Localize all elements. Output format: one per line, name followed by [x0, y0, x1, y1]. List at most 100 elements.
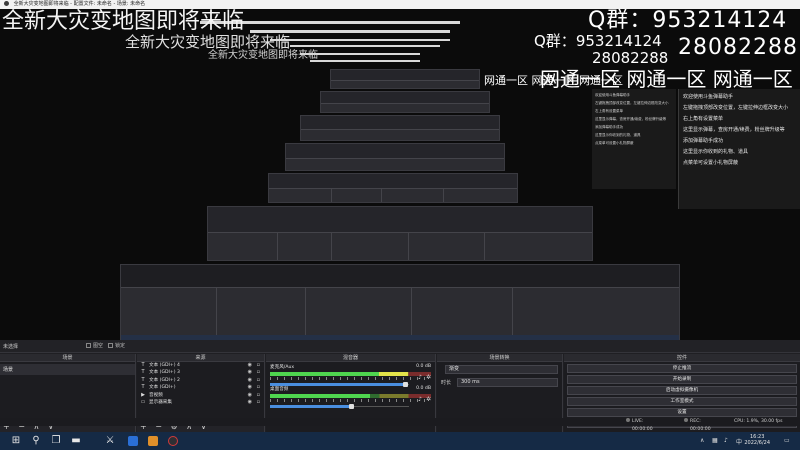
checkbox-label: 锁定 [115, 343, 126, 349]
preview-stripe [300, 53, 420, 55]
nested-obs-layer [268, 173, 518, 203]
speaker-icon[interactable]: ♪ [418, 396, 422, 403]
eye-icon[interactable]: ◉ [248, 363, 252, 368]
current-scene-label: 未选择 [3, 344, 19, 350]
lock-icon[interactable]: ▫ [257, 385, 260, 390]
channel-db: 0.0 dB [416, 386, 431, 391]
help-line: 右上角有设置菜单 [595, 109, 623, 113]
lock-icon[interactable]: ▫ [257, 370, 260, 375]
status-bar: LIVE: 00:00:00 REC: 00:00:00 CPU: 1.9%, … [0, 418, 800, 432]
settings-button[interactable]: 设置 [567, 408, 797, 417]
notification-icon[interactable]: ▭ [784, 437, 790, 444]
nested-obs-layer [330, 69, 480, 89]
lock-icon[interactable]: ▫ [257, 392, 260, 398]
danmu-helper-panel-small: 欢迎使用斗鱼弹幕助手 左键拖拽顶部改变位置，左键拉伸边框改变大小 右上角有设置菜… [592, 89, 676, 189]
source-name: 文本 (GDI+) 3 [149, 370, 180, 376]
duration-input[interactable]: 300 ms [457, 378, 558, 387]
checkbox-label: 图空 [93, 343, 104, 349]
game-icon[interactable]: ⚔ [104, 435, 116, 447]
source-item[interactable]: T 文本 (GDI+) 2 ◉ ▫ [137, 377, 264, 384]
mixer-channel-desktop: 桌面音频 0.0 dB ♪ ✲ [266, 384, 435, 409]
monitor-icon: ▭ [140, 398, 146, 405]
tray-chevron-icon[interactable]: ∧ [700, 437, 704, 444]
controls-dock-title: 控件 [564, 354, 800, 362]
eye-icon[interactable]: ◉ [248, 370, 252, 375]
checkbox-box-icon [86, 343, 91, 348]
eye-icon[interactable]: ◉ [248, 385, 252, 390]
overlay-qq-group: Q群：953214124 [588, 10, 787, 32]
scene-selector-bar: 未选择 图空 锁定 [0, 340, 800, 353]
volume-knob[interactable] [348, 404, 354, 409]
search-icon[interactable]: ⚲ [30, 435, 42, 447]
windows-taskbar: ⊞ ⚲ ❐ ▬ ⚔ ∧ ▦ ♪ 中 16:23 2022/6/24 ▭ [0, 432, 800, 450]
preview-stripe [270, 39, 450, 41]
overlay-title-small: 全新大灾变地图即将来临 [208, 50, 318, 61]
taskbar-clock[interactable]: 16:23 2022/6/24 [744, 434, 770, 446]
lock-icon[interactable]: ▫ [257, 399, 260, 405]
speaker-icon[interactable]: ♪ [418, 374, 422, 381]
source-item[interactable]: T 文本 (GDI+) 4 ◉ ▫ [137, 362, 264, 369]
overlay-title-medium: 全新大灾变地图即将来临 [125, 33, 291, 51]
channel-name: 桌面音频 [270, 387, 289, 392]
checkbox-empty[interactable]: 图空 [86, 342, 103, 349]
transition-type-select[interactable]: 渐变 [445, 365, 558, 374]
overlay-qq-label: Q群： [588, 9, 653, 33]
window-title-bar: 全新大灾变地图即将来临 - 配置文件: 未命名 - 场景: 未命名 [0, 0, 800, 9]
window-title: 全新大灾变地图即将来临 - 配置文件: 未命名 - 场景: 未命名 [13, 1, 146, 7]
gear-icon[interactable]: ✲ [426, 374, 431, 381]
stop-stream-button[interactable]: 停止推流 [567, 364, 797, 373]
nested-obs-layer [300, 115, 500, 141]
overlay-qq-number: 953214124 [652, 9, 788, 33]
source-name: 音视频 [149, 392, 163, 398]
rec-status: REC: 00:00:00 [684, 418, 711, 432]
lock-icon[interactable]: ▫ [257, 363, 260, 368]
text-icon: T [141, 376, 145, 383]
scene-list-item[interactable]: 场景 [0, 364, 135, 375]
windows-start-icon[interactable]: ⊞ [10, 435, 22, 447]
live-status: LIVE: 00:00:00 [626, 418, 653, 432]
channel-name: 麦克风/Aux [270, 365, 295, 370]
help-line: 左键拖拽顶部改变位置，左键拉伸边框改变大小 [595, 101, 669, 105]
network-icon[interactable]: ▦ [712, 437, 718, 444]
volume-slider[interactable] [270, 404, 409, 409]
eye-icon[interactable]: ◉ [248, 392, 252, 398]
overlay-title: 全新大灾变地图即将来临 [2, 9, 245, 34]
checkbox-box-icon [108, 343, 113, 348]
file-explorer-icon[interactable]: ▬ [70, 435, 82, 447]
lock-icon[interactable]: ▫ [257, 377, 260, 383]
transition-type-row: 渐变 [441, 365, 558, 375]
volume-icon[interactable]: ♪ [724, 437, 728, 444]
media-icon: ▶ [141, 391, 145, 398]
help-line: 添加弹幕助手成功 [595, 125, 623, 129]
help-line: 这里显示弹幕，查房开通/续费，粉丝牌升级等 [683, 127, 785, 133]
eye-icon[interactable]: ◉ [248, 399, 252, 405]
danmu-helper-panel: 欢迎使用斗鱼弹幕助手 左键拖拽顶部改变位置，左键拉伸边框改变大小 右上角有设置菜… [678, 89, 800, 209]
source-item[interactable]: T 文本 (GDI+) ◉ ▫ [137, 384, 264, 391]
virtual-camera-button[interactable]: 启动虚拟摄像机 [567, 386, 797, 395]
source-name: 文本 (GDI+) [149, 385, 176, 391]
source-item[interactable]: ▶ 音视频 ◉ ▫ [137, 392, 264, 399]
checkbox-lock[interactable]: 锁定 [108, 342, 125, 349]
live-indicator-icon [626, 418, 630, 422]
source-name: 文本 (GDI+) 4 [149, 363, 180, 368]
source-item[interactable]: ▭ 显示器采集 ◉ ▫ [137, 399, 264, 406]
ime-icon[interactable]: 中 [736, 437, 742, 446]
overlay-qq-number2: 28082288 [678, 35, 798, 60]
preview-canvas[interactable]: 全新大灾变地图即将来临 全新大灾变地图即将来临 全新大灾变地图即将来临 Q群：9… [0, 9, 800, 340]
app-blue-icon[interactable] [128, 436, 138, 446]
nested-obs-layer [120, 264, 680, 340]
source-name: 显示器采集 [149, 399, 172, 405]
task-view-icon[interactable]: ❐ [50, 435, 62, 447]
source-item[interactable]: T 文本 (GDI+) 3 ◉ ▫ [137, 369, 264, 376]
gear-icon[interactable]: ✲ [426, 396, 431, 403]
obs-app-icon[interactable] [168, 436, 178, 446]
eye-icon[interactable]: ◉ [248, 377, 252, 383]
studio-mode-button[interactable]: 工作室模式 [567, 397, 797, 406]
overlay-qq-group-small: Q群：953214124 [534, 34, 662, 49]
start-recording-button[interactable]: 开始录制 [567, 375, 797, 384]
app-orange-icon[interactable] [148, 436, 158, 446]
audio-meter [270, 394, 431, 398]
rec-indicator-icon [684, 418, 688, 422]
source-name: 文本 (GDI+) 2 [149, 377, 180, 383]
preview-stripe [310, 60, 420, 62]
